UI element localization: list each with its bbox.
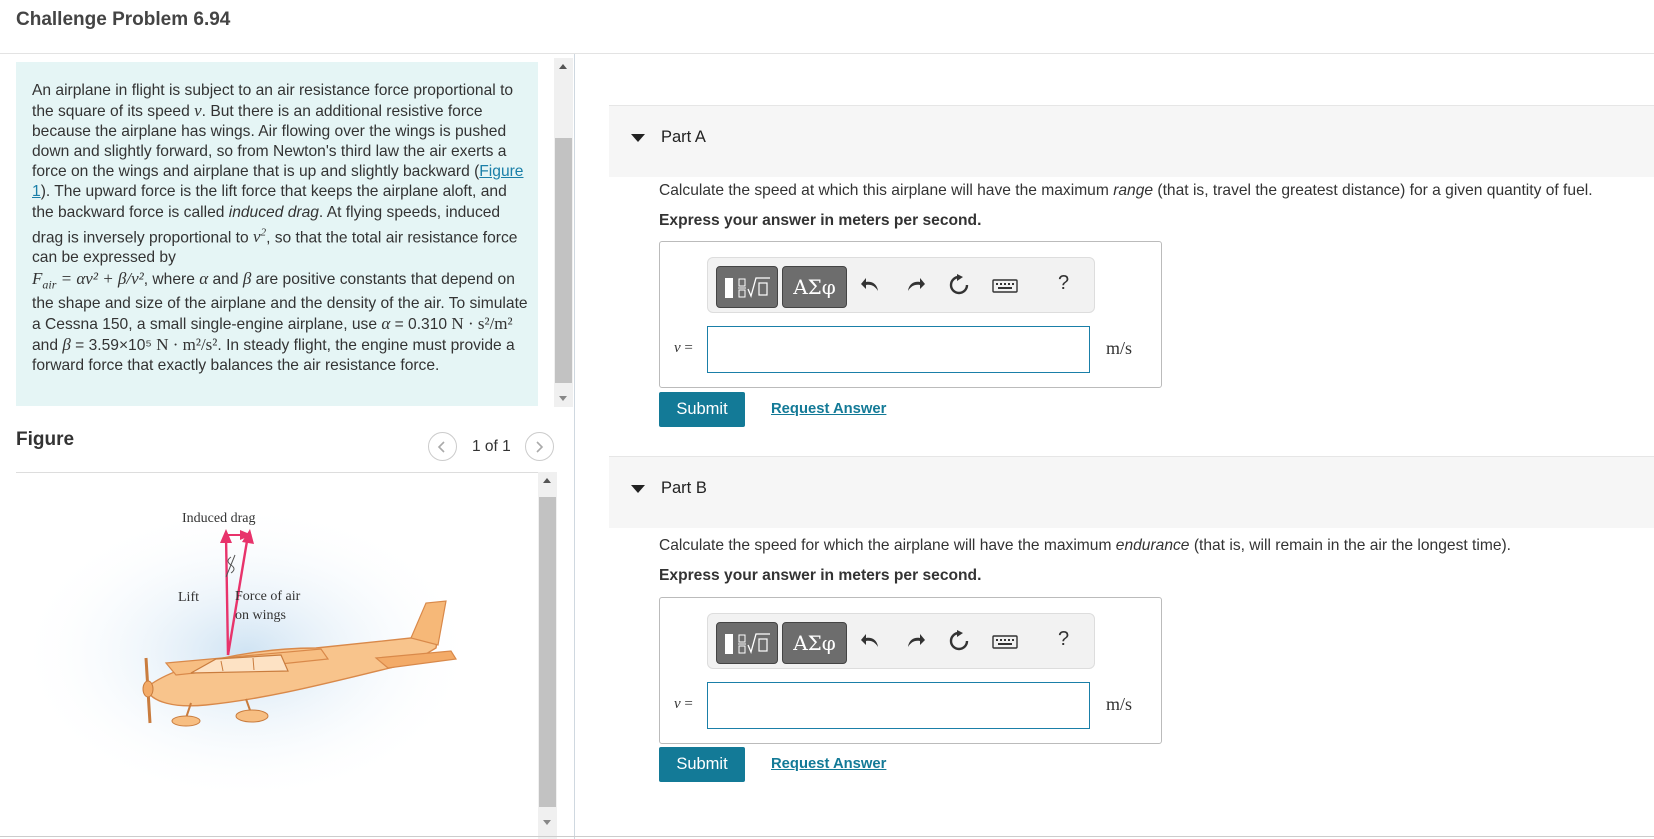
figure-label: Figure [16, 429, 75, 450]
part-a-title: Part A [661, 128, 706, 146]
figure-scrollbar[interactable] [538, 472, 557, 839]
part-a-question: Calculate the speed at which this airpla… [659, 182, 1593, 200]
problem-scrollbar[interactable] [554, 58, 573, 407]
part-b-question: Calculate the speed for which the airpla… [659, 537, 1511, 555]
help-button[interactable]: ? [1058, 628, 1069, 651]
reset-icon[interactable] [948, 630, 970, 652]
alpha-unit: N · s²/m² [451, 314, 513, 334]
reset-icon[interactable] [948, 274, 970, 296]
chevron-left-icon [437, 441, 445, 453]
part-a-math-toolbar: ΑΣφ ? [707, 257, 1095, 313]
chevron-right-icon [536, 441, 544, 453]
templates-button[interactable] [716, 622, 778, 664]
figure-scroll-up-icon[interactable] [543, 478, 551, 483]
bottom-border [0, 836, 1654, 837]
lift-label: Lift [178, 590, 199, 605]
part-b-answer-input[interactable] [707, 682, 1090, 729]
part-a-var-label: v = [674, 340, 693, 357]
caret-down-icon[interactable] [631, 134, 645, 142]
problem-text-9: and [32, 337, 63, 355]
part-a-q-pre: Calculate the speed at which this airpla… [659, 182, 1114, 199]
var-v: v [194, 101, 202, 121]
part-b-eq: = [680, 696, 693, 712]
part-b-q-pre: Calculate the speed for which the airpla… [659, 537, 1116, 554]
part-b-header[interactable]: Part B [609, 456, 1654, 528]
page-header: Challenge Problem 6.94 [0, 0, 1654, 54]
redo-icon[interactable] [904, 630, 926, 652]
propeller-hub [142, 680, 154, 698]
formula-rhs: = αv² + β/v² [56, 268, 144, 288]
prev-figure-button[interactable] [428, 432, 457, 461]
part-a-eq: = [680, 340, 693, 356]
formula: Fair = αv² + β/v² [32, 268, 144, 291]
part-a-answer-box: ΑΣφ ? v = m/s [659, 241, 1162, 388]
induced-drag-label: Induced drag [182, 511, 255, 526]
figure-scroll-down-icon[interactable] [543, 820, 551, 825]
part-b-submit-button[interactable]: Submit [659, 747, 745, 782]
part-a-answer-input[interactable] [707, 326, 1090, 373]
induced-drag-term: induced drag [228, 203, 319, 221]
formula-sub: air [42, 276, 57, 291]
beta-value: = 3.59×10⁵ [70, 337, 157, 355]
problem-text: An airplane in flight is subject to an a… [32, 81, 529, 376]
undo-icon[interactable] [860, 274, 882, 296]
var-v2: v [253, 227, 261, 247]
var-alpha-2: α [381, 314, 391, 334]
part-b-request-answer-link[interactable]: Request Answer [771, 756, 886, 772]
var-alpha: α [199, 268, 209, 288]
templates-button[interactable] [716, 266, 778, 308]
part-b-math-toolbar: ΑΣφ ? [707, 613, 1095, 669]
formula-lhs: F [32, 268, 43, 288]
problem-text-6: , where [143, 270, 200, 288]
part-a-submit-button[interactable]: Submit [659, 392, 745, 427]
main-wheel [235, 709, 269, 723]
var-v-squared: v2 [253, 226, 267, 247]
templates-icon [725, 633, 770, 654]
part-b-instruction: Express your answer in meters per second… [659, 567, 982, 584]
part-b-title: Part B [661, 479, 707, 497]
templates-icon [725, 277, 770, 298]
greek-symbols-button[interactable]: ΑΣφ [782, 622, 847, 664]
force-label-line1: Force of air [235, 589, 301, 604]
alpha-value: = 0.310 [390, 316, 452, 334]
left-pane: An airplane in flight is subject to an a… [0, 54, 574, 839]
undo-icon[interactable] [860, 630, 882, 652]
force-label-line2: on wings [235, 608, 286, 623]
part-a-var: v [674, 340, 681, 356]
part-b-var-label: v = [674, 696, 693, 713]
front-wheel [171, 715, 201, 727]
part-b-answer-box: ΑΣφ ? v = m/s [659, 597, 1162, 744]
problem-statement: An airplane in flight is subject to an a… [16, 62, 538, 406]
problem-text-7: and [208, 270, 243, 288]
figure-scrollbar-thumb[interactable] [539, 497, 556, 807]
var-beta-2: β [62, 335, 71, 355]
greek-symbols-button[interactable]: ΑΣφ [782, 266, 847, 308]
problem-scrollbar-thumb[interactable] [555, 138, 572, 383]
keyboard-icon[interactable] [992, 630, 1018, 652]
page-title: Challenge Problem 6.94 [16, 9, 231, 30]
part-a-unit: m/s [1106, 338, 1133, 358]
next-figure-button[interactable] [525, 432, 554, 461]
part-b-q-em: endurance [1115, 537, 1190, 554]
part-b-var: v [674, 696, 681, 712]
airplane-figure: Induced drag Lift Force of air on wings [16, 503, 476, 803]
help-button[interactable]: ? [1058, 272, 1069, 295]
caret-down-icon[interactable] [631, 485, 645, 493]
figure-pager-count: 1 of 1 [472, 438, 511, 455]
scroll-down-icon[interactable] [559, 396, 567, 401]
scroll-up-icon[interactable] [559, 64, 567, 69]
part-a-instruction: Express your answer in meters per second… [659, 212, 982, 229]
part-b-unit: m/s [1106, 694, 1133, 714]
beta-unit: N · m²/s² [156, 335, 218, 355]
redo-icon[interactable] [904, 274, 926, 296]
right-pane: Part A Calculate the speed at which this… [575, 54, 1654, 839]
part-a-request-answer-link[interactable]: Request Answer [771, 401, 886, 417]
part-a-q-em: range [1113, 182, 1154, 199]
part-b-q-post: (that is, will remain in the air the lon… [1189, 537, 1512, 554]
app-root: Challenge Problem 6.94 An airplane in fl… [0, 0, 1654, 839]
part-a-q-post: (that is, travel the greatest distance) … [1153, 182, 1593, 199]
figure-area: Induced drag Lift Force of air on wings [16, 472, 538, 839]
keyboard-icon[interactable] [992, 274, 1018, 296]
part-a-header[interactable]: Part A [609, 105, 1654, 177]
